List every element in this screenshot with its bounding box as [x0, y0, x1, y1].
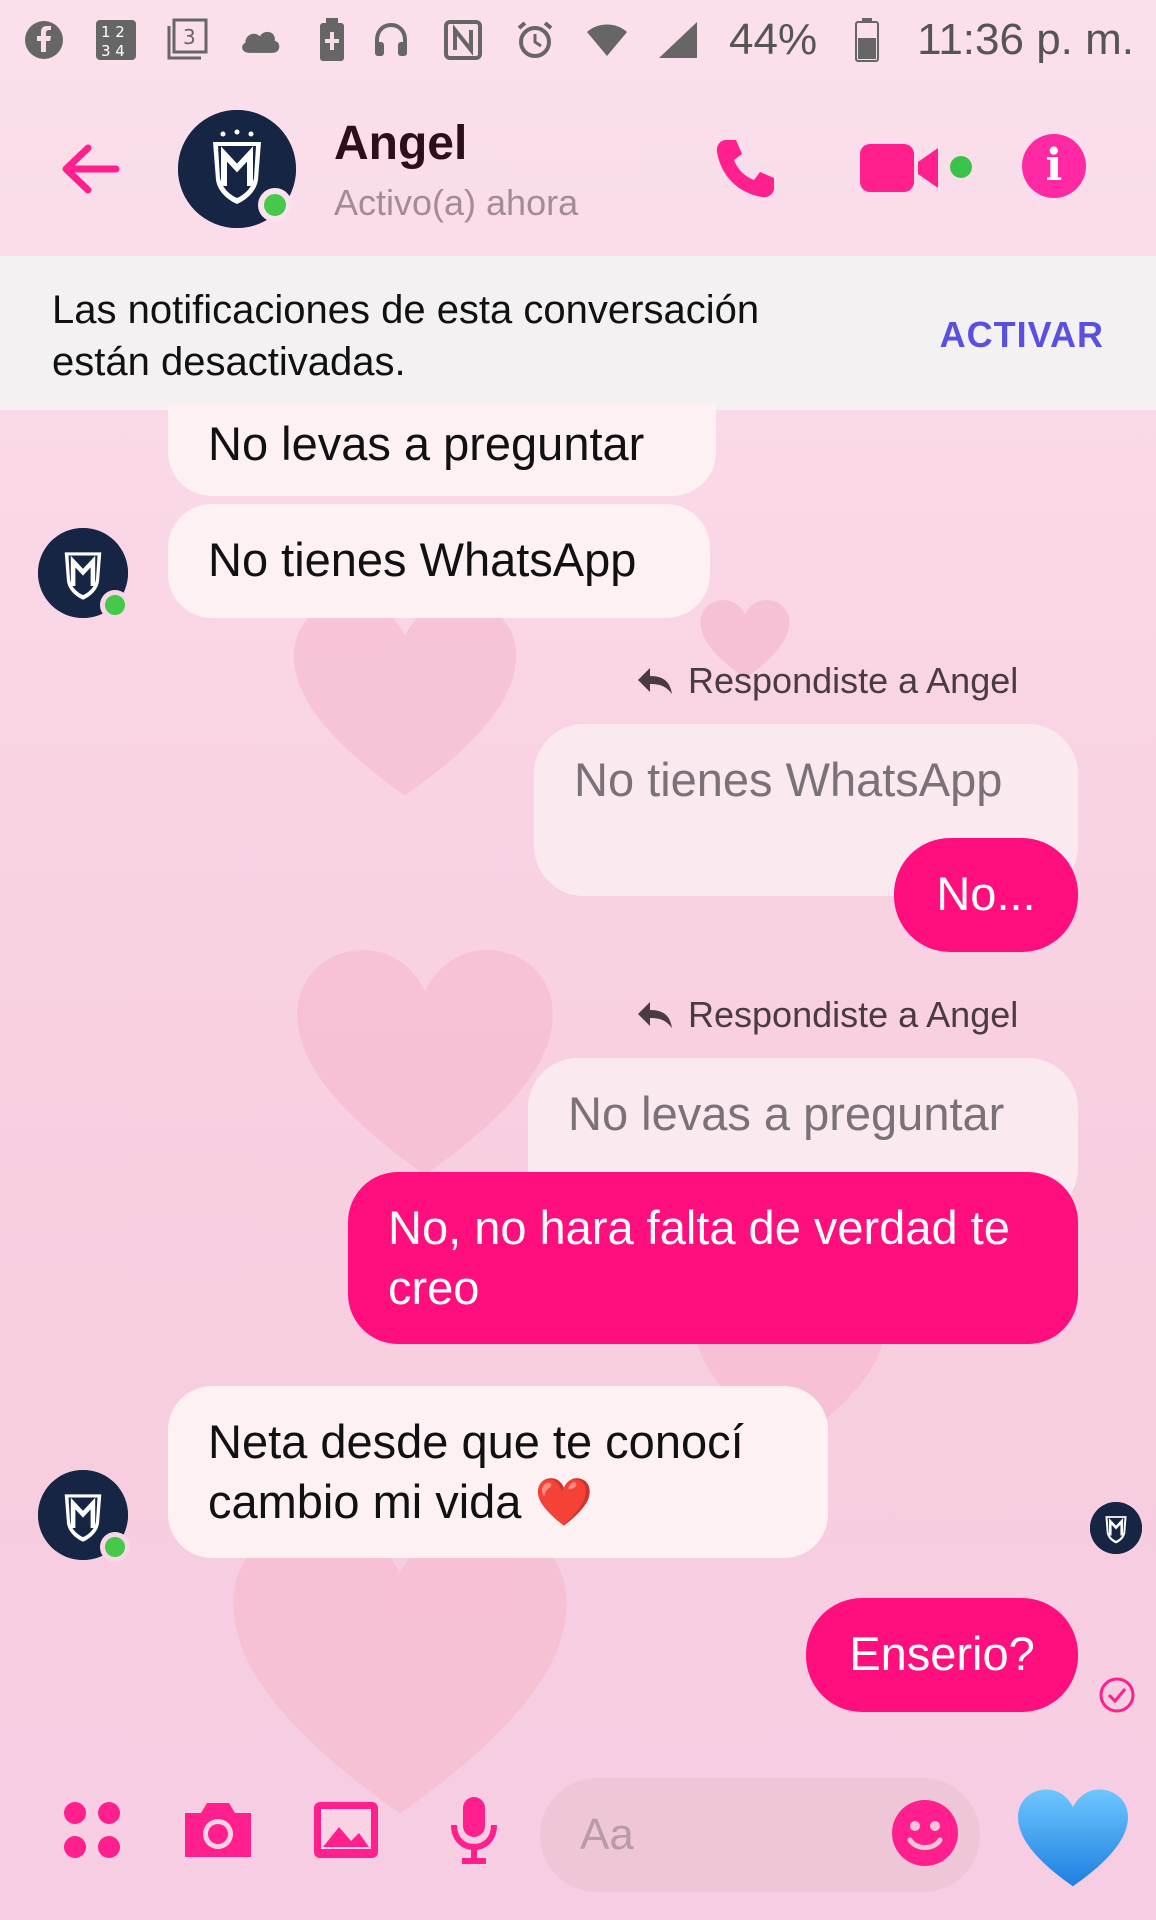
- reply-arrow-icon: [638, 668, 672, 694]
- camera-icon[interactable]: [178, 1790, 258, 1870]
- reply-label-text: Respondiste a Angel: [688, 660, 1019, 701]
- wifi-icon: [585, 18, 629, 62]
- video-call-icon[interactable]: [860, 140, 942, 196]
- nfc-icon: [441, 18, 485, 62]
- conversation-header: Angel Activo(a) ahora i: [0, 96, 1156, 256]
- battery-percent: 44%: [729, 15, 818, 64]
- heart-reaction-icon[interactable]: [1018, 1784, 1128, 1894]
- back-arrow-icon[interactable]: [56, 134, 126, 204]
- composer-bar: Aa: [0, 1760, 1156, 1920]
- image-gallery-icon[interactable]: [306, 1790, 386, 1870]
- banner-text: Las notificaciones de esta conversación …: [52, 288, 760, 384]
- reply-label: Respondiste a Angel: [636, 994, 1018, 1036]
- facebook-icon: [22, 18, 66, 62]
- status-bar: 1 23 4 3 44% 11:36 p. m.: [0, 0, 1156, 80]
- menu-dots-icon[interactable]: [52, 1790, 132, 1870]
- svg-text:3 4: 3 4: [101, 42, 125, 60]
- reply-label: Respondiste a Angel: [636, 660, 1018, 702]
- message-bubble-sent[interactable]: No, no hara falta de verdad te creo: [348, 1172, 1078, 1344]
- battery-icon: [845, 18, 889, 62]
- background-heart-icon: [290, 600, 520, 800]
- emoji-icon[interactable]: [892, 1800, 958, 1866]
- notification-3-icon: 3: [166, 18, 210, 62]
- info-icon[interactable]: i: [1022, 134, 1086, 198]
- activate-button[interactable]: ACTIVAR: [940, 314, 1104, 356]
- signal-icon: [657, 18, 701, 62]
- message-bubble-sent[interactable]: No...: [894, 838, 1078, 952]
- message-bubble-received[interactable]: Neta desde que te conocí cambio mi vida …: [168, 1386, 828, 1558]
- background-heart-icon: [290, 950, 560, 1180]
- reply-label-text: Respondiste a Angel: [688, 994, 1019, 1035]
- reply-arrow-icon: [638, 1002, 672, 1028]
- headset-icon: [369, 18, 413, 62]
- phone-call-icon[interactable]: [712, 136, 778, 202]
- battery-saver-icon: [310, 18, 354, 62]
- cloud-icon: [238, 18, 282, 62]
- online-indicator: [258, 188, 292, 222]
- message-bubble-received[interactable]: No tienes WhatsApp: [168, 504, 710, 618]
- notifications-muted-banner: Las notificaciones de esta conversación …: [0, 256, 1156, 410]
- seen-avatar: [1090, 1502, 1142, 1554]
- message-bubble-received[interactable]: No levas a preguntar: [168, 404, 716, 496]
- sent-check-icon: [1098, 1676, 1136, 1719]
- svg-text:3: 3: [183, 25, 196, 49]
- online-indicator: [100, 590, 130, 620]
- microphone-icon[interactable]: [434, 1790, 514, 1870]
- sim-numbers-icon: 1 23 4: [94, 18, 138, 62]
- clock: 11:36 p. m.: [917, 15, 1134, 64]
- contact-name[interactable]: Angel: [334, 116, 467, 171]
- message-bubble-sent[interactable]: Enserio?: [806, 1598, 1078, 1712]
- svg-text:1 2: 1 2: [101, 23, 125, 41]
- message-input-placeholder: Aa: [580, 1810, 634, 1859]
- video-active-dot: [950, 156, 972, 178]
- alarm-icon: [513, 18, 557, 62]
- contact-status: Activo(a) ahora: [334, 182, 579, 223]
- online-indicator: [100, 1532, 130, 1562]
